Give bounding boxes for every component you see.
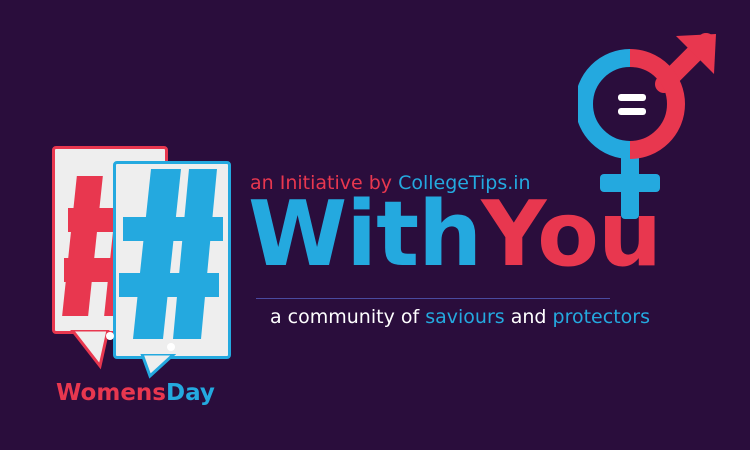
blue-hash-icon [119,169,223,351]
headline-with: With [248,182,482,287]
gender-equality-icon [578,33,716,219]
hashtag-womens: Womens [56,380,166,406]
subtitle-line: a community of saviours and protectors [270,306,650,328]
subtitle-protectors: protectors [552,306,650,328]
banner: an Initiative by CollegeTips.in WithYou … [0,0,750,450]
subtitle-and: and [510,306,547,328]
hashtag-day: Day [165,380,215,406]
womensday-hashtag[interactable]: WomensDay [56,380,215,406]
dot-icon [106,332,114,340]
subtitle-prefix: a community of [270,306,420,328]
divider [256,298,610,299]
subtitle-saviours: saviours [425,306,505,328]
